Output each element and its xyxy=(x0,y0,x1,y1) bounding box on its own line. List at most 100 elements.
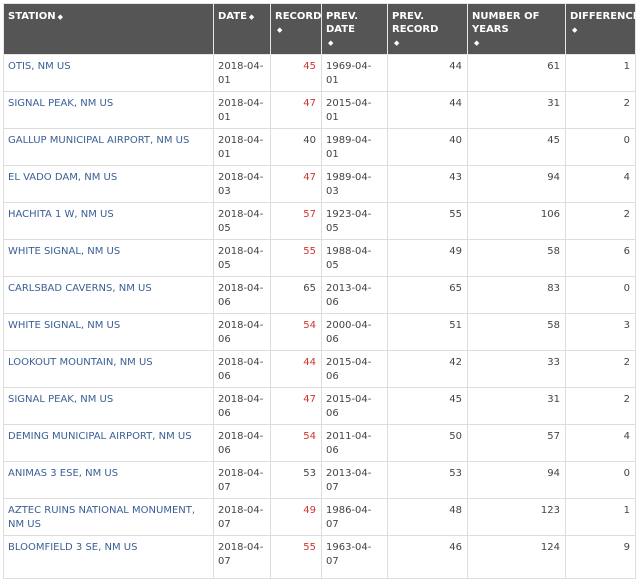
sort-arrows-icon[interactable]: ◆ xyxy=(277,26,282,34)
station-link[interactable]: GALLUP MUNICIPAL AIRPORT, NM US xyxy=(3,128,214,166)
prev-date-cell: 2011-04-06 xyxy=(321,424,388,462)
table-row: EL VADO DAM, NM US 2018-04-03 47 1989-04… xyxy=(3,165,636,203)
record-cell: 57 xyxy=(270,202,322,240)
column-header-record[interactable]: RECORD ◆ xyxy=(270,3,322,55)
table-row: CARLSBAD CAVERNS, NM US 2018-04-06 65 20… xyxy=(3,276,636,314)
record-cell: 53 xyxy=(270,461,322,499)
difference-cell: 4 xyxy=(565,424,636,462)
date-cell: 2018-04-06 xyxy=(213,424,271,462)
prev-record-cell: 65 xyxy=(387,276,468,314)
prev-record-cell: 49 xyxy=(387,239,468,277)
station-link[interactable]: HACHITA 1 W, NM US xyxy=(3,202,214,240)
date-cell: 2018-04-07 xyxy=(213,535,271,579)
record-cell: 65 xyxy=(270,276,322,314)
difference-cell: 6 xyxy=(565,239,636,277)
prev-record-cell: 40 xyxy=(387,128,468,166)
column-header-station[interactable]: STATION ◆ xyxy=(3,3,214,55)
record-cell: 49 xyxy=(270,498,322,536)
record-cell: 54 xyxy=(270,424,322,462)
prev-record-cell: 44 xyxy=(387,91,468,129)
sort-arrows-icon[interactable]: ◆ xyxy=(249,13,254,21)
prev-date-cell: 2013-04-07 xyxy=(321,461,388,499)
sort-arrows-icon[interactable]: ◆ xyxy=(328,39,333,47)
column-header-prev-date[interactable]: PREV. DATE ◆ xyxy=(321,3,388,55)
station-link[interactable]: SIGNAL PEAK, NM US xyxy=(3,91,214,129)
sort-arrows-icon[interactable]: ◆ xyxy=(572,26,577,34)
record-cell: 45 xyxy=(270,54,322,92)
number-of-years-cell: 58 xyxy=(467,239,566,277)
table-row: LOOKOUT MOUNTAIN, NM US 2018-04-06 44 20… xyxy=(3,350,636,388)
difference-cell: 0 xyxy=(565,276,636,314)
record-cell: 55 xyxy=(270,239,322,277)
column-header-date[interactable]: DATE ◆ xyxy=(213,3,271,55)
station-link[interactable]: DEMING MUNICIPAL AIRPORT, NM US xyxy=(3,424,214,462)
difference-cell: 2 xyxy=(565,350,636,388)
station-link[interactable]: EL VADO DAM, NM US xyxy=(3,165,214,203)
prev-date-cell: 1989-04-01 xyxy=(321,128,388,166)
number-of-years-cell: 31 xyxy=(467,387,566,425)
records-table-container: STATION ◆ DATE ◆ RECORD ◆ PREV. DATE ◆ PREV.… xyxy=(0,0,640,579)
date-cell: 2018-04-06 xyxy=(213,313,271,351)
date-cell: 2018-04-05 xyxy=(213,202,271,240)
number-of-years-cell: 124 xyxy=(467,535,566,579)
date-cell: 2018-04-06 xyxy=(213,276,271,314)
station-link[interactable]: AZTEC RUINS NATIONAL MONUMENT, NM US xyxy=(3,498,214,536)
table-row: AZTEC RUINS NATIONAL MONUMENT, NM US 201… xyxy=(3,498,636,536)
number-of-years-cell: 83 xyxy=(467,276,566,314)
prev-date-cell: 2015-04-01 xyxy=(321,91,388,129)
prev-record-cell: 50 xyxy=(387,424,468,462)
station-link[interactable]: WHITE SIGNAL, NM US xyxy=(3,313,214,351)
difference-cell: 3 xyxy=(565,313,636,351)
difference-cell: 9 xyxy=(565,535,636,579)
prev-record-cell: 46 xyxy=(387,535,468,579)
table-header: STATION ◆ DATE ◆ RECORD ◆ PREV. DATE ◆ PREV.… xyxy=(3,3,640,55)
sort-arrows-icon[interactable]: ◆ xyxy=(394,39,399,47)
column-header-number-of-years[interactable]: NUMBER OF YEARS ◆ xyxy=(467,3,566,55)
difference-cell: 2 xyxy=(565,202,636,240)
number-of-years-cell: 58 xyxy=(467,313,566,351)
table-row: BLOOMFIELD 3 SE, NM US 2018-04-07 55 196… xyxy=(3,535,636,579)
prev-date-cell: 1969-04-01 xyxy=(321,54,388,92)
table-row: HACHITA 1 W, NM US 2018-04-05 57 1923-04… xyxy=(3,202,636,240)
table-row: SIGNAL PEAK, NM US 2018-04-06 47 2015-04… xyxy=(3,387,636,425)
number-of-years-cell: 61 xyxy=(467,54,566,92)
date-cell: 2018-04-05 xyxy=(213,239,271,277)
date-cell: 2018-04-07 xyxy=(213,461,271,499)
number-of-years-cell: 94 xyxy=(467,165,566,203)
column-header-label: DIFFERENCE xyxy=(570,11,640,22)
prev-date-cell: 1986-04-07 xyxy=(321,498,388,536)
prev-date-cell: 1988-04-05 xyxy=(321,239,388,277)
prev-record-cell: 43 xyxy=(387,165,468,203)
sort-arrows-icon[interactable]: ◆ xyxy=(58,13,63,21)
table-row: ANIMAS 3 ESE, NM US 2018-04-07 53 2013-0… xyxy=(3,461,636,499)
date-cell: 2018-04-06 xyxy=(213,387,271,425)
station-link[interactable]: ANIMAS 3 ESE, NM US xyxy=(3,461,214,499)
station-link[interactable]: SIGNAL PEAK, NM US xyxy=(3,387,214,425)
station-link[interactable]: CARLSBAD CAVERNS, NM US xyxy=(3,276,214,314)
prev-date-cell: 2013-04-06 xyxy=(321,276,388,314)
date-cell: 2018-04-01 xyxy=(213,54,271,92)
column-header-difference[interactable]: DIFFERENCE ◆ xyxy=(565,3,640,55)
record-cell: 55 xyxy=(270,535,322,579)
record-cell: 40 xyxy=(270,128,322,166)
table-body: OTIS, NM US 2018-04-01 45 1969-04-01 44 … xyxy=(3,54,636,579)
station-link[interactable]: BLOOMFIELD 3 SE, NM US xyxy=(3,535,214,579)
prev-record-cell: 51 xyxy=(387,313,468,351)
difference-cell: 1 xyxy=(565,54,636,92)
column-header-label: PREV. RECORD xyxy=(392,11,439,35)
prev-record-cell: 55 xyxy=(387,202,468,240)
column-header-prev-record[interactable]: PREV. RECORD ◆ xyxy=(387,3,468,55)
difference-cell: 4 xyxy=(565,165,636,203)
record-cell: 47 xyxy=(270,91,322,129)
station-link[interactable]: LOOKOUT MOUNTAIN, NM US xyxy=(3,350,214,388)
header-row: STATION ◆ DATE ◆ RECORD ◆ PREV. DATE ◆ PREV.… xyxy=(3,3,640,55)
sort-arrows-icon[interactable]: ◆ xyxy=(474,39,479,47)
difference-cell: 0 xyxy=(565,461,636,499)
table-row: SIGNAL PEAK, NM US 2018-04-01 47 2015-04… xyxy=(3,91,636,129)
difference-cell: 0 xyxy=(565,128,636,166)
station-link[interactable]: WHITE SIGNAL, NM US xyxy=(3,239,214,277)
prev-date-cell: 2015-04-06 xyxy=(321,387,388,425)
record-cell: 47 xyxy=(270,165,322,203)
station-link[interactable]: OTIS, NM US xyxy=(3,54,214,92)
column-header-label: DATE xyxy=(218,11,247,22)
